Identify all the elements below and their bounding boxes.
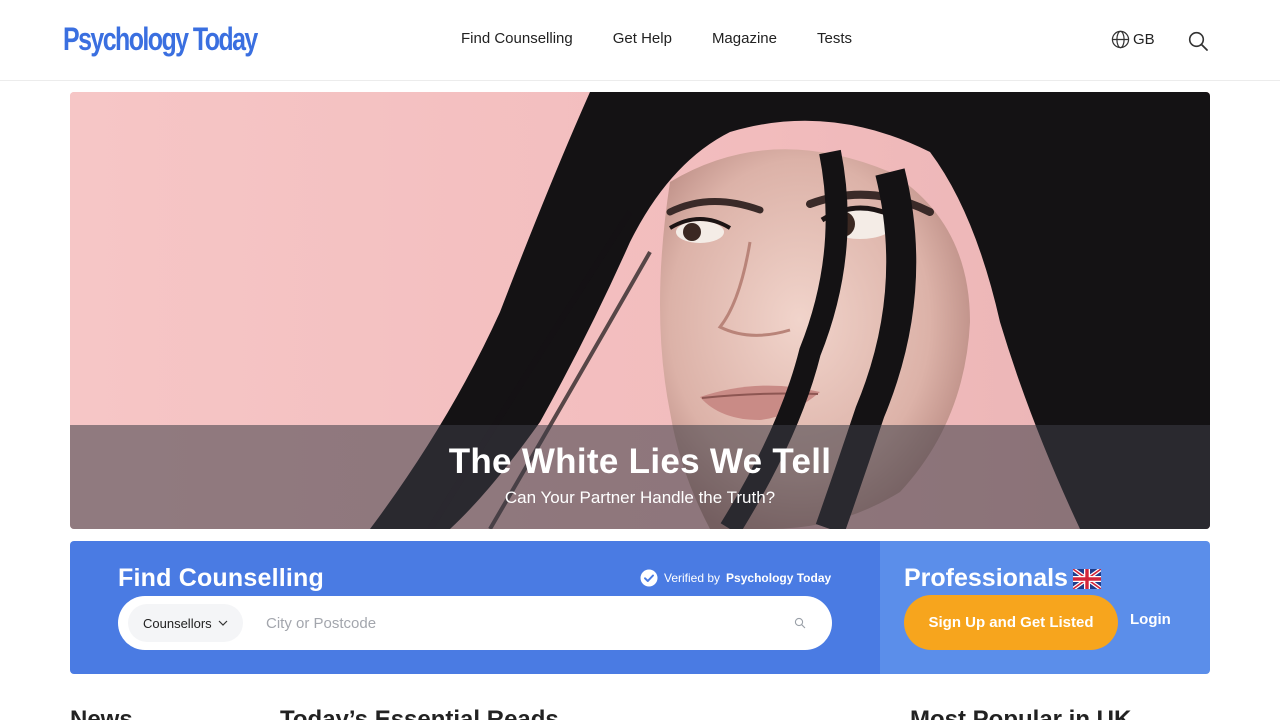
verified-badge: Verified by Psychology Today	[640, 569, 831, 587]
section-news-heading: News	[70, 706, 133, 720]
professionals-label: Professionals	[904, 564, 1068, 592]
uk-flag-icon	[1072, 568, 1101, 589]
verified-brand: Psychology Today	[726, 571, 832, 585]
check-circle-icon	[640, 569, 658, 587]
site-header: Psychology Today Find Counselling Get He…	[0, 0, 1280, 81]
counsellor-search-box: Counsellors	[118, 596, 832, 650]
search-icon[interactable]	[1187, 30, 1209, 52]
finder-title: Find Counselling	[118, 564, 324, 592]
nav-get-help[interactable]: Get Help	[613, 28, 672, 50]
nav-magazine[interactable]: Magazine	[712, 28, 777, 50]
site-logo[interactable]: Psychology Today	[63, 20, 258, 58]
hero-subtitle: Can Your Partner Handle the Truth?	[504, 488, 776, 507]
section-most-popular-heading: Most Popular in UK	[910, 706, 1132, 720]
professional-type-select[interactable]: Counsellors	[128, 604, 243, 642]
hero-title[interactable]: The White Lies We Tell	[70, 442, 1210, 482]
chevron-down-icon	[218, 620, 228, 626]
city-postcode-input[interactable]	[266, 605, 766, 641]
professionals-panel: Professionals Sign Up and Get Listed Log…	[880, 541, 1210, 674]
login-link[interactable]: Login	[1130, 611, 1171, 628]
search-submit-icon[interactable]	[794, 617, 806, 629]
locale-label: GB	[1133, 31, 1155, 48]
nav-tests[interactable]: Tests	[817, 28, 852, 50]
verified-prefix: Verified by	[664, 571, 721, 585]
globe-icon	[1111, 30, 1130, 49]
professionals-title: Professionals	[904, 564, 1101, 593]
nav-find-counselling[interactable]: Find Counselling	[461, 28, 573, 50]
hero-banner[interactable]: The White Lies We Tell Can Your Partner …	[70, 92, 1210, 529]
locale-selector[interactable]: GB	[1111, 30, 1155, 49]
main-nav: Find Counselling Get Help Magazine Tests	[461, 28, 892, 50]
section-essential-reads-heading: Today’s Essential Reads	[280, 706, 559, 720]
find-counselling-panel: Find Counselling Verified by Psychology …	[70, 541, 880, 674]
type-select-value: Counsellors	[143, 615, 212, 631]
signup-button[interactable]: Sign Up and Get Listed	[904, 595, 1118, 650]
